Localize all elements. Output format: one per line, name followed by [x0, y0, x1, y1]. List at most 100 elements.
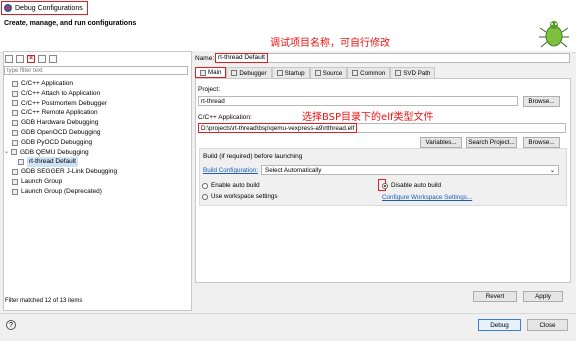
enable-auto-build-option[interactable]: Enable auto build	[202, 182, 260, 189]
build-config-value: Select Automatically	[265, 167, 322, 174]
name-label: Name:	[195, 55, 215, 62]
app-path-value[interactable]: D:\projects\rt-thread\bsp\qemu-vexpress-…	[198, 123, 358, 133]
bug-icon	[539, 21, 569, 48]
tree-item[interactable]: C/C++ Application	[4, 79, 188, 89]
collapse-all-icon[interactable]	[38, 55, 46, 63]
tree-item-label: C/C++ Remote Application	[21, 109, 98, 117]
use-workspace-label: Use workspace settings	[211, 193, 278, 200]
config-type-icon	[12, 120, 18, 127]
dialog-heading: Create, manage, and run configurations	[4, 20, 137, 27]
tab-icon	[276, 70, 283, 76]
name-field[interactable]	[215, 53, 570, 63]
filter-icon[interactable]	[49, 55, 57, 63]
tree-toolbar: ×	[5, 54, 57, 64]
tab-main[interactable]: Main	[195, 67, 227, 78]
window-title: Debug Configurations	[1, 1, 88, 15]
tab-icon	[200, 69, 206, 76]
name-value[interactable]: rt-thread Default	[215, 53, 268, 63]
window-title-text: Debug Configurations	[15, 4, 83, 12]
tab-label: Main	[208, 69, 222, 76]
tree-item-label: GDB Hardware Debugging	[21, 119, 99, 127]
variables-button[interactable]: Variables...	[420, 137, 462, 148]
tree-item[interactable]: ⌄ GDB QEMU Debugging	[4, 148, 188, 158]
build-config-select[interactable]: Select Automatically ⌄	[261, 165, 559, 175]
tree-item[interactable]: rt-thread Default	[4, 157, 188, 168]
new-config-icon[interactable]	[5, 55, 13, 63]
tree-item-label: C/C++ Attach to Application	[21, 89, 101, 97]
name-annotation: 调试项目名称，可自行修改	[270, 38, 390, 49]
tree-item-label: rt-thread Default	[27, 157, 78, 168]
config-tree: C/C++ Application C/C++ Attach to Applica…	[4, 79, 188, 197]
search-project-button[interactable]: Search Project...	[466, 137, 517, 148]
tab-startup[interactable]: Startup	[271, 67, 310, 78]
apply-button[interactable]: Apply	[523, 291, 563, 302]
app-browse-button[interactable]: Browse...	[523, 137, 560, 148]
project-browse-button[interactable]: Browse...	[523, 96, 560, 107]
filter-status: Filter matched 12 of 13 items	[5, 298, 83, 304]
use-workspace-option[interactable]: Use workspace settings	[202, 193, 278, 200]
project-label: Project:	[198, 86, 221, 93]
tab-icon	[395, 70, 402, 76]
debug-button[interactable]: Debug	[478, 319, 521, 331]
tree-item-label: C/C++ Postmortem Debugger	[21, 99, 107, 107]
tab-label: Startup	[284, 69, 305, 77]
tree-item[interactable]: GDB Hardware Debugging	[4, 118, 188, 128]
tab-source[interactable]: Source	[309, 67, 348, 78]
config-type-icon	[12, 80, 18, 87]
config-type-icon	[11, 149, 17, 156]
config-tabs: Main Debugger Startup Source Common SVD Path	[195, 67, 436, 78]
tree-item[interactable]: Launch Group (Deprecated)	[4, 187, 188, 197]
config-type-icon	[12, 110, 18, 117]
tab-common[interactable]: Common	[347, 67, 391, 78]
close-button[interactable]: Close	[527, 319, 568, 331]
use-workspace-radio[interactable]	[202, 193, 208, 200]
app-annotation: 选择BSP目录下的elf类型文件	[302, 112, 434, 123]
tree-item[interactable]: GDB PyOCD Debugging	[4, 138, 188, 148]
config-type-icon	[18, 159, 24, 166]
tab-icon	[314, 70, 321, 76]
duplicate-icon[interactable]	[16, 55, 24, 63]
tree-item-label: GDB SEGGER J-Link Debugging	[21, 168, 118, 176]
build-config-link[interactable]: Build Configuration:	[203, 167, 258, 174]
debug-app-icon	[4, 4, 12, 12]
config-type-icon	[12, 178, 18, 185]
app-label: C/C++ Application:	[198, 114, 252, 121]
config-type-icon	[12, 129, 18, 136]
config-type-icon	[12, 100, 18, 107]
enable-auto-build-radio[interactable]	[202, 182, 208, 189]
revert-button[interactable]: Revert	[473, 291, 517, 302]
disable-auto-build-option[interactable]: Disable auto build	[382, 182, 441, 189]
config-type-icon	[12, 188, 18, 195]
tree-item-label: Launch Group (Deprecated)	[21, 187, 102, 195]
tab-debugger[interactable]: Debugger	[226, 67, 272, 78]
tree-item-label: GDB QEMU Debugging	[20, 148, 89, 156]
tab-label: Common	[360, 69, 386, 77]
tree-item[interactable]: C/C++ Postmortem Debugger	[4, 99, 188, 109]
tree-item[interactable]: C/C++ Remote Application	[4, 108, 188, 118]
chevron-down-icon: ⌄	[549, 167, 555, 174]
tree-item[interactable]: GDB SEGGER J-Link Debugging	[4, 167, 188, 177]
build-heading: Build (if required) before launching	[203, 153, 303, 160]
tree-item[interactable]: Launch Group	[4, 177, 188, 187]
tree-item-label: C/C++ Application	[21, 80, 74, 87]
tab-label: Debugger	[239, 69, 267, 77]
tree-item-label: Launch Group	[21, 177, 63, 185]
tab-label: SVD Path	[403, 69, 431, 77]
tab-icon	[352, 70, 359, 76]
disable-auto-build-radio[interactable]	[382, 182, 388, 189]
filter-input[interactable]: type filter text	[4, 66, 188, 75]
tree-item[interactable]: GDB OpenOCD Debugging	[4, 128, 188, 138]
delete-icon[interactable]: ×	[27, 55, 35, 63]
tree-item[interactable]: C/C++ Attach to Application	[4, 89, 188, 99]
tab-label: Source	[322, 69, 343, 77]
config-type-icon	[12, 139, 18, 146]
config-type-icon	[12, 90, 18, 97]
tree-item-label: GDB PyOCD Debugging	[21, 138, 93, 146]
configure-workspace-link[interactable]: Configure Workspace Settings...	[382, 194, 472, 201]
chevron-down-icon[interactable]: ⌄	[4, 148, 11, 158]
help-icon[interactable]: ?	[6, 320, 16, 330]
tab-svd-path[interactable]: SVD Path	[390, 67, 436, 78]
tab-icon	[231, 70, 238, 76]
project-field[interactable]: rt-thread	[198, 96, 518, 106]
tree-item-label: GDB OpenOCD Debugging	[21, 128, 101, 136]
